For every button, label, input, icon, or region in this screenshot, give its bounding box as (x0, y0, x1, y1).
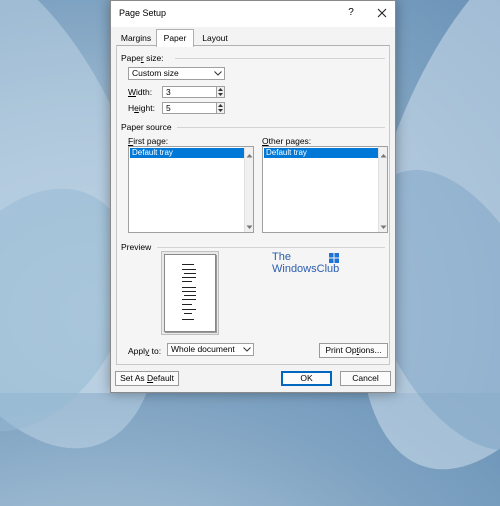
apply-to-label: Apply to: (128, 346, 162, 356)
arrow-down-icon (246, 225, 253, 229)
scroll-up-button[interactable] (246, 150, 253, 158)
title-bar[interactable]: Page Setup ? (111, 1, 395, 27)
height-value: 5 (166, 103, 171, 113)
arrow-up-icon (218, 88, 223, 91)
width-spinner[interactable]: 3 (162, 86, 225, 98)
chevron-down-icon (243, 347, 251, 352)
preview-label: Preview (121, 242, 152, 252)
windows-logo-icon (329, 253, 339, 263)
first-page-scrollbar[interactable] (244, 147, 253, 232)
paper-source-label: Paper source (121, 122, 172, 132)
other-pages-scrollbar[interactable] (378, 147, 387, 232)
page-setup-dialog: Page Setup ? Margins Paper Layout Paper … (110, 0, 396, 393)
paper-size-label: Paper size: (121, 53, 164, 63)
watermark-line2: WindowsClub (272, 263, 340, 275)
paper-tab-panel: Paper size: Custom size Width: 3 Height:… (116, 45, 390, 365)
set-as-default-button[interactable]: Set As Default (115, 371, 179, 386)
separator (177, 127, 385, 128)
height-down-button[interactable] (217, 108, 224, 113)
arrow-up-icon (380, 154, 387, 158)
separator (157, 247, 385, 248)
tab-margins[interactable]: Margins (118, 31, 154, 45)
ok-button[interactable]: OK (281, 371, 332, 386)
arrow-up-icon (218, 104, 223, 107)
list-item[interactable]: Default tray (130, 148, 244, 158)
paper-size-value: Custom size (132, 68, 179, 78)
paper-size-combo[interactable]: Custom size (128, 67, 225, 80)
preview-page-thumbnail (164, 254, 216, 332)
arrow-down-icon (218, 93, 223, 96)
apply-to-value: Whole document (171, 344, 235, 354)
other-pages-label: Other pages: (262, 136, 312, 146)
tab-layout[interactable]: Layout (196, 31, 234, 45)
dialog-title: Page Setup (119, 8, 167, 18)
width-label: Width: (128, 87, 153, 97)
close-button[interactable] (373, 4, 391, 22)
height-label: Height: (128, 103, 155, 113)
first-page-list[interactable]: Default tray (128, 146, 254, 233)
print-options-button[interactable]: Print Options... (319, 343, 388, 358)
scroll-down-button[interactable] (246, 222, 253, 229)
width-down-button[interactable] (217, 92, 224, 97)
list-item[interactable]: Default tray (264, 148, 378, 158)
help-button[interactable]: ? (343, 5, 359, 21)
other-pages-list[interactable]: Default tray (262, 146, 388, 233)
tab-paper[interactable]: Paper (156, 29, 194, 47)
arrow-down-icon (380, 225, 387, 229)
scroll-down-button[interactable] (380, 222, 387, 229)
chevron-down-icon (214, 71, 222, 76)
scroll-up-button[interactable] (380, 150, 387, 158)
arrow-down-icon (218, 109, 223, 112)
close-icon (377, 8, 387, 18)
apply-to-combo[interactable]: Whole document (167, 343, 254, 356)
arrow-up-icon (246, 154, 253, 158)
width-value: 3 (166, 87, 171, 97)
separator (175, 58, 385, 59)
cancel-button[interactable]: Cancel (340, 371, 391, 386)
height-spinner[interactable]: 5 (162, 102, 225, 114)
first-page-label: First page: (128, 136, 169, 146)
